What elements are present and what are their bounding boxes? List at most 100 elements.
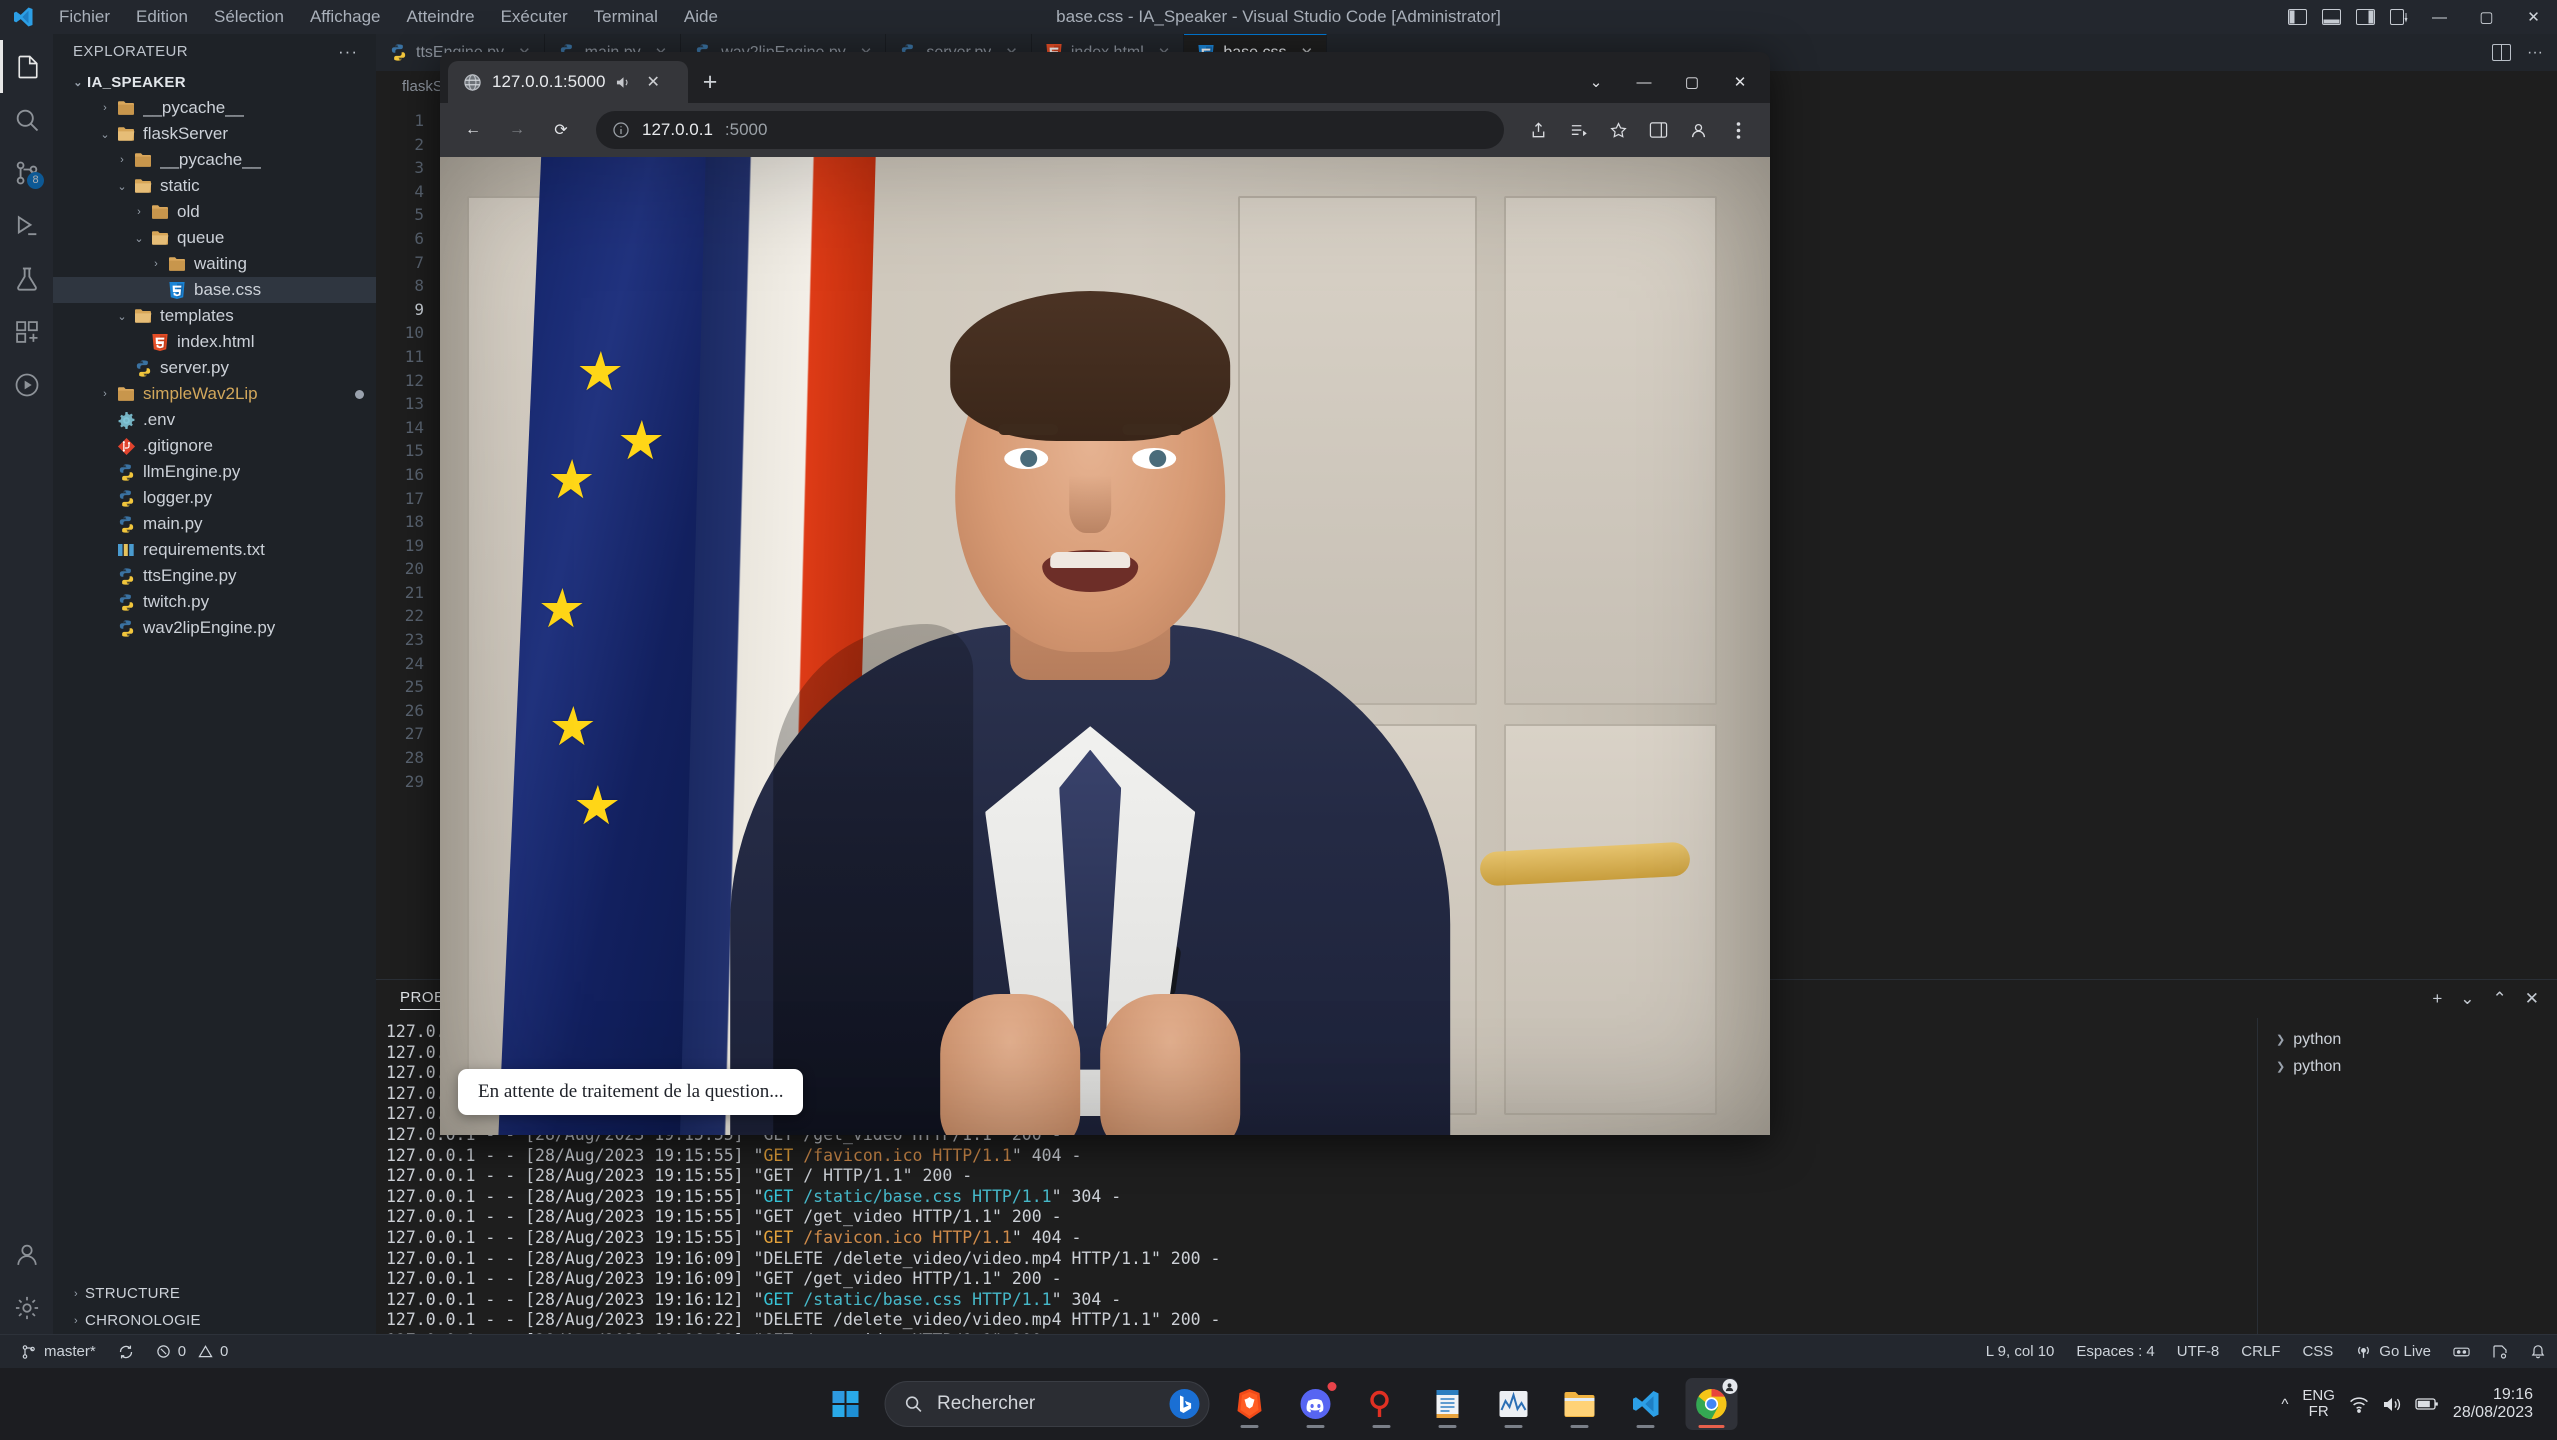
menu-atteindre[interactable]: Atteindre	[394, 5, 488, 29]
video-player[interactable]: ★ ★ ★ ★ ★ ★ En attente de traitement de …	[440, 157, 1770, 1135]
browser-close-button[interactable]: ✕	[1716, 61, 1764, 103]
sidebar-section-structure[interactable]: › STRUCTURE	[53, 1280, 376, 1307]
taskbar-clock[interactable]: 19:16 28/08/2023	[2453, 1386, 2533, 1422]
volume-icon[interactable]	[2382, 1396, 2402, 1413]
editor-more-actions-icon[interactable]: ···	[2527, 44, 2543, 62]
tree-item-simplewav2lip[interactable]: › simpleWav2Lip	[53, 381, 376, 407]
vscode-menubar[interactable]: Fichier Edition Sélection Affichage Atte…	[46, 5, 731, 29]
new-tab-button[interactable]: +	[688, 61, 732, 103]
sidebar-section-chronologie[interactable]: › CHRONOLOGIE	[53, 1307, 376, 1334]
chevron-up-icon[interactable]: ⌃	[2493, 989, 2507, 1009]
tree-root-ia-speaker[interactable]: ⌄ IA_SPEAKER	[53, 69, 376, 95]
status-problems[interactable]: 0 0	[145, 1335, 240, 1369]
browser-tab-search-icon[interactable]: ⌄	[1572, 61, 1620, 103]
tree-item-queue[interactable]: ⌄ queue	[53, 225, 376, 251]
tree-item-server-py[interactable]: server.py	[53, 355, 376, 381]
bookmark-star-icon[interactable]	[1600, 112, 1636, 148]
back-button[interactable]: ←	[454, 111, 492, 149]
tree-item-logger-py[interactable]: logger.py	[53, 485, 376, 511]
status-go-live[interactable]: Go Live	[2344, 1335, 2442, 1369]
tree-item-waiting[interactable]: › waiting	[53, 251, 376, 277]
menu-edition[interactable]: Edition	[123, 5, 201, 29]
explorer-more-actions-icon[interactable]: ···	[338, 42, 368, 62]
taskbar-app-file-explorer[interactable]	[1553, 1378, 1605, 1430]
tree-item-twitch-py[interactable]: twitch.py	[53, 589, 376, 615]
tree-item--env[interactable]: .env	[53, 407, 376, 433]
tree-item--pycache-[interactable]: › __pycache__	[53, 95, 376, 121]
status-sync-icon[interactable]	[107, 1335, 145, 1369]
taskbar-app-task-manager[interactable]	[1487, 1378, 1539, 1430]
taskbar-search-input[interactable]: Rechercher	[884, 1381, 1209, 1427]
bing-chat-icon[interactable]	[1168, 1388, 1200, 1420]
tab-audio-speaker-icon[interactable]	[615, 75, 632, 90]
browser-page-content[interactable]: ★ ★ ★ ★ ★ ★ En attente de traitement de …	[440, 157, 1770, 1135]
taskbar-app-everything-search[interactable]	[1355, 1378, 1407, 1430]
menu-fichier[interactable]: Fichier	[46, 5, 123, 29]
add-terminal-icon[interactable]: +	[2432, 989, 2442, 1009]
file-tree[interactable]: ⌄ IA_SPEAKER › __pycache__ ⌄ flaskServer › __…	[53, 69, 376, 1280]
address-bar[interactable]: 127.0.0.1:5000	[596, 111, 1504, 149]
tray-expand-chevron-icon[interactable]: ^	[2281, 1396, 2288, 1413]
tree-item-main-py[interactable]: main.py	[53, 511, 376, 537]
tree-item-wav2lipengine-py[interactable]: wav2lipEngine.py	[53, 615, 376, 641]
activity-search-icon[interactable]	[0, 93, 53, 146]
menu-selection[interactable]: Sélection	[201, 5, 297, 29]
menu-affichage[interactable]: Affichage	[297, 5, 394, 29]
menu-aide[interactable]: Aide	[671, 5, 731, 29]
window-close-button[interactable]: ✕	[2510, 0, 2557, 34]
taskbar-app-notepad[interactable]	[1421, 1378, 1473, 1430]
toggle-secondary-sidebar-icon[interactable]	[2348, 0, 2382, 34]
profile-icon[interactable]	[1680, 112, 1716, 148]
browser-minimize-button[interactable]: —	[1620, 61, 1668, 103]
activity-extensions-icon[interactable]	[0, 305, 53, 358]
activity-live-preview-icon[interactable]	[0, 358, 53, 411]
status-notifications-bell-icon[interactable]	[2519, 1335, 2557, 1369]
status-cursor-position[interactable]: L 9, col 10	[1975, 1335, 2066, 1369]
status-branch[interactable]: master*	[10, 1335, 107, 1369]
site-info-icon[interactable]	[612, 121, 630, 139]
customize-layout-icon[interactable]	[2382, 0, 2416, 34]
menu-dots-icon[interactable]	[1720, 112, 1756, 148]
toggle-panel-icon[interactable]	[2314, 0, 2348, 34]
tree-item-old[interactable]: › old	[53, 199, 376, 225]
tree-item-base-css[interactable]: base.css	[53, 277, 376, 303]
tree-item--gitignore[interactable]: .gitignore	[53, 433, 376, 459]
status-remote-icon[interactable]	[2442, 1335, 2481, 1369]
menu-executer[interactable]: Exécuter	[488, 5, 581, 29]
browser-tab-active[interactable]: 127.0.0.1:5000 ✕	[448, 61, 688, 103]
battery-icon[interactable]	[2415, 1397, 2439, 1411]
status-encoding[interactable]: UTF-8	[2166, 1335, 2231, 1369]
status-language-mode[interactable]: CSS	[2291, 1335, 2344, 1369]
window-maximize-button[interactable]: ▢	[2463, 0, 2510, 34]
taskbar-app-visual-studio-code[interactable]	[1619, 1378, 1671, 1430]
tree-item-flaskserver[interactable]: ⌄ flaskServer	[53, 121, 376, 147]
taskbar-app-brave-browser[interactable]	[1223, 1378, 1275, 1430]
close-panel-icon[interactable]: ✕	[2525, 989, 2539, 1009]
wifi-icon[interactable]	[2349, 1396, 2369, 1413]
tree-item-index-html[interactable]: index.html	[53, 329, 376, 355]
window-minimize-button[interactable]: —	[2416, 0, 2463, 34]
terminal-instance-list[interactable]: ❯ python ❯ python	[2257, 1018, 2557, 1334]
status-live-share-icon[interactable]	[2481, 1335, 2519, 1369]
status-indentation[interactable]: Espaces : 4	[2065, 1335, 2165, 1369]
toggle-primary-sidebar-icon[interactable]	[2280, 0, 2314, 34]
taskbar-app-google-chrome[interactable]	[1685, 1378, 1737, 1430]
activity-source-control-icon[interactable]: 8	[0, 146, 53, 199]
share-icon[interactable]	[1520, 112, 1556, 148]
split-editor-icon[interactable]	[2492, 44, 2512, 61]
terminal-item-python-2[interactable]: ❯ python	[2258, 1053, 2557, 1080]
activity-settings-icon[interactable]	[0, 1281, 53, 1334]
tree-item-static[interactable]: ⌄ static	[53, 173, 376, 199]
reload-button[interactable]: ⟳	[542, 111, 580, 149]
browser-maximize-button[interactable]: ▢	[1668, 61, 1716, 103]
taskbar-app-discord[interactable]	[1289, 1378, 1341, 1430]
activity-testing-icon[interactable]	[0, 252, 53, 305]
tab-close-icon[interactable]: ✕	[646, 72, 659, 92]
menu-terminal[interactable]: Terminal	[581, 5, 671, 29]
activity-account-icon[interactable]	[0, 1228, 53, 1281]
split-terminal-icon[interactable]: ⌄	[2460, 989, 2474, 1009]
activity-run-debug-icon[interactable]	[0, 199, 53, 252]
language-indicator[interactable]: ENG FR	[2302, 1387, 2335, 1420]
side-panel-icon[interactable]	[1640, 112, 1676, 148]
terminal-item-python-1[interactable]: ❯ python	[2258, 1026, 2557, 1053]
